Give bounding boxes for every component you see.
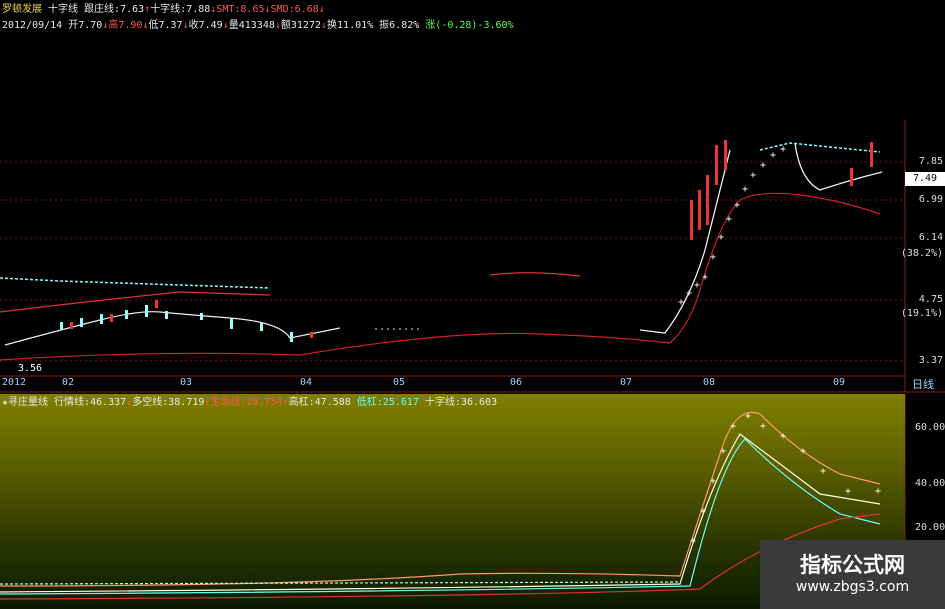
svg-text:+: +	[710, 252, 716, 263]
chart-header: 罗顿发展 十字线 跟庄线:7.63↑十字线:7.88↓SMT:8.65↓SMD:…	[0, 0, 533, 34]
header2-seg: 2012/09/14	[2, 20, 69, 31]
date-tick: 04	[300, 377, 313, 388]
header2-seg: 高7.90	[108, 20, 143, 31]
indicator-tick: 20.00	[915, 522, 945, 533]
svg-text:+: +	[710, 476, 716, 487]
indicator-seg: 行情线:46.337	[54, 397, 127, 408]
svg-text:+: +	[678, 297, 684, 308]
date-tick: 02	[62, 377, 75, 388]
svg-text:+: +	[875, 486, 881, 497]
date-tick: 08	[703, 377, 716, 388]
svg-text:+: +	[745, 411, 751, 422]
svg-text:+: +	[720, 446, 726, 457]
header2-seg: 开7.70	[68, 20, 103, 31]
indicator-seg: 低杠:25.617	[350, 397, 419, 408]
header2-seg: 换11.01%	[327, 20, 374, 31]
svg-text:+: +	[718, 232, 724, 243]
date-tick: 09	[833, 377, 846, 388]
svg-text:+: +	[702, 272, 708, 283]
svg-text:+: +	[770, 150, 776, 161]
svg-text:+: +	[760, 421, 766, 432]
date-tick: 07	[620, 377, 633, 388]
indicator-seg: 多空线:38.719	[132, 397, 205, 408]
indicator-axis: 60.00 40.00 20.00	[913, 0, 945, 609]
svg-text:+: +	[734, 200, 740, 211]
indicator-header: ★寻庄量线 行情线:46.337↓多空线:38.719↑生命线:28.754↑高…	[2, 396, 497, 409]
indicator-tick: 60.00	[915, 422, 945, 433]
low-price-mark: 3.56	[18, 363, 43, 374]
header1-seg: 十字线	[42, 4, 85, 15]
svg-text:+: +	[780, 431, 786, 442]
date-axis: 2012 02 03 04 05 06 07 08 09	[0, 377, 905, 391]
date-tick: 03	[180, 377, 193, 388]
header2-seg: 收7.49	[188, 20, 223, 31]
date-tick: 06	[510, 377, 523, 388]
indicator-seg: 生命线:28.754	[210, 397, 283, 408]
svg-text:+: +	[686, 288, 692, 299]
svg-text:+: +	[820, 466, 826, 477]
indicator-seg: ★寻庄量线	[2, 397, 55, 408]
header1-seg: SMT:8.65	[216, 4, 265, 15]
svg-text:+: +	[730, 421, 736, 432]
svg-text:+: +	[700, 506, 706, 517]
svg-text:+: +	[800, 446, 806, 457]
svg-text:+: +	[690, 536, 696, 547]
svg-text:+: +	[760, 160, 766, 171]
watermark-title: 指标公式网	[800, 553, 905, 577]
header2-seg: 涨(-0.28)-3.60%	[419, 20, 514, 31]
indicator-seg: 十字线:36.603	[418, 397, 498, 408]
header1-seg: 罗顿发展	[2, 4, 42, 15]
header1-seg: 跟庄线:7.63	[84, 4, 145, 15]
header1-seg: 十字线:7.88	[150, 4, 211, 15]
header1-seg: ↓	[318, 4, 325, 15]
header2-seg: 低7.37	[148, 20, 183, 31]
header-line-2: 2012/09/14 开7.70↓高7.90↓低7.37↓收7.49↓量4133…	[2, 19, 514, 32]
svg-text:+: +	[726, 214, 732, 225]
indicator-seg: 高杠:47.588	[288, 397, 351, 408]
header-line-1: 罗顿发展 十字线 跟庄线:7.63↑十字线:7.88↓SMT:8.65↓SMD:…	[2, 3, 325, 16]
svg-text:+: +	[750, 170, 756, 181]
header1-seg: SMD:6.68	[270, 4, 319, 15]
svg-text:+: +	[845, 486, 851, 497]
watermark-url: www.zbgs3.com	[795, 579, 910, 595]
watermark-logo: 指标公式网 www.zbgs3.com	[760, 540, 945, 609]
date-tick: 2012	[2, 377, 27, 388]
date-tick: 05	[393, 377, 406, 388]
header2-seg: 量413348	[228, 20, 275, 31]
svg-text:+: +	[742, 184, 748, 195]
header2-seg: 额31272	[280, 20, 321, 31]
svg-text:+: +	[694, 280, 700, 291]
header2-seg: 振6.82%	[373, 20, 420, 31]
indicator-tick: 40.00	[915, 478, 945, 489]
